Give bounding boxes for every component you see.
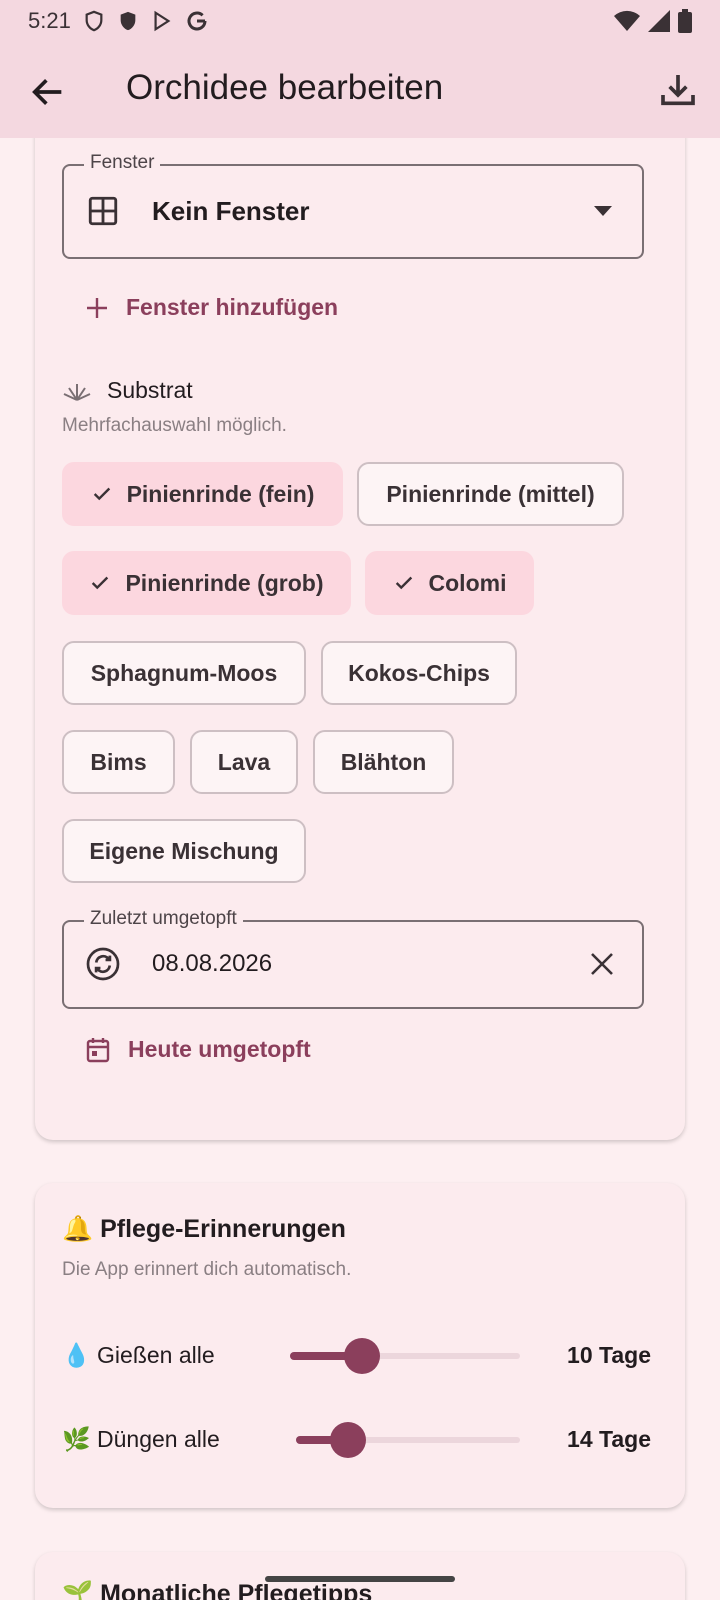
fertilize-slider[interactable] [296,1420,520,1460]
page-title: Orchidee bearbeiten [126,68,444,107]
monthly-tips-title: 🌱 Monatliche Pflegetipps [62,1580,373,1600]
sync-icon [86,947,120,981]
wifi-icon [614,10,640,31]
substrate-title: Substrat [107,377,193,403]
arrow-left-icon[interactable] [28,72,68,112]
chip-colomi[interactable]: Colomi [365,551,534,615]
chip-label: Eigene Mischung [89,837,279,864]
chip-label: Lava [217,748,271,775]
chip-sphagnum-moos[interactable]: Sphagnum-Moos [62,641,306,705]
check-icon [93,487,110,501]
chip-eigene-mischung[interactable]: Eigene Mischung [62,819,306,883]
water-slider[interactable] [290,1336,520,1376]
check-icon [395,576,412,590]
download-icon[interactable] [658,70,698,110]
substrate-hint: Mehrfachauswahl möglich. [62,415,287,436]
fertilize-slider-thumb[interactable] [330,1422,366,1458]
app-bar: Orchidee bearbeiten [0,42,720,138]
chip-label: Bims [90,748,147,775]
repot-today-button[interactable]: Heute umgetopft [86,1036,311,1063]
chip-label: Pinienrinde (grob) [125,569,324,596]
shield-outline-icon [85,10,103,32]
calendar-icon [86,1037,110,1062]
window-dropdown[interactable] [62,164,644,259]
chip-label: Pinienrinde (mittel) [386,480,595,507]
chip-label: Kokos-Chips [348,659,490,686]
chip-blaehton[interactable]: Blähton [313,730,454,794]
chip-label: Pinienrinde (fein) [126,480,315,507]
window-dropdown-value: Kein Fenster [152,196,310,226]
chip-bims[interactable]: Bims [62,730,175,794]
shield-icon [120,11,136,31]
signal-icon [648,10,670,32]
chip-label: Blähton [340,748,427,775]
water-label: 💧 Gießen alle [62,1342,215,1368]
chip-lava[interactable]: Lava [190,730,298,794]
repot-date-value: 08.08.2026 [152,950,273,977]
fertilize-label: 🌿 Düngen alle [62,1426,220,1452]
play-store-icon [154,10,171,32]
plus-icon [87,297,107,318]
chip-pinienrinde-grob[interactable]: Pinienrinde (grob) [62,551,351,615]
chip-kokos-chips[interactable]: Kokos-Chips [321,641,517,705]
dropdown-arrow-icon [594,206,612,216]
google-icon [187,11,207,31]
reminders-title: 🔔 Pflege-Erinnerungen [62,1215,346,1243]
close-icon[interactable] [589,951,615,977]
status-bar: 5:21 [0,0,720,42]
chip-pinienrinde-fein[interactable]: Pinienrinde (fein) [62,462,343,526]
chip-label: Colomi [428,569,507,596]
repot-field-label: Zuletzt umgetopft [84,908,243,930]
gesture-bar [265,1576,455,1582]
fertilize-value: 14 Tage [567,1426,651,1452]
check-icon [92,576,109,590]
add-window-label: Fenster hinzufügen [126,294,339,320]
add-window-button[interactable]: Fenster hinzufügen [86,294,338,321]
repot-today-label: Heute umgetopft [128,1036,311,1062]
repot-date-field[interactable] [62,920,644,1009]
chip-pinienrinde-mittel[interactable]: Pinienrinde (mittel) [357,462,624,526]
water-value: 10 Tage [567,1342,651,1368]
window-icon [88,196,118,226]
status-time: 5:21 [28,8,71,33]
grass-icon [63,384,91,401]
window-field-label: Fenster [84,152,161,174]
battery-icon [678,9,692,33]
chip-label: Sphagnum-Moos [90,659,278,686]
reminders-hint: Die App erinnert dich automatisch. [62,1259,352,1280]
water-slider-thumb[interactable] [344,1338,380,1374]
